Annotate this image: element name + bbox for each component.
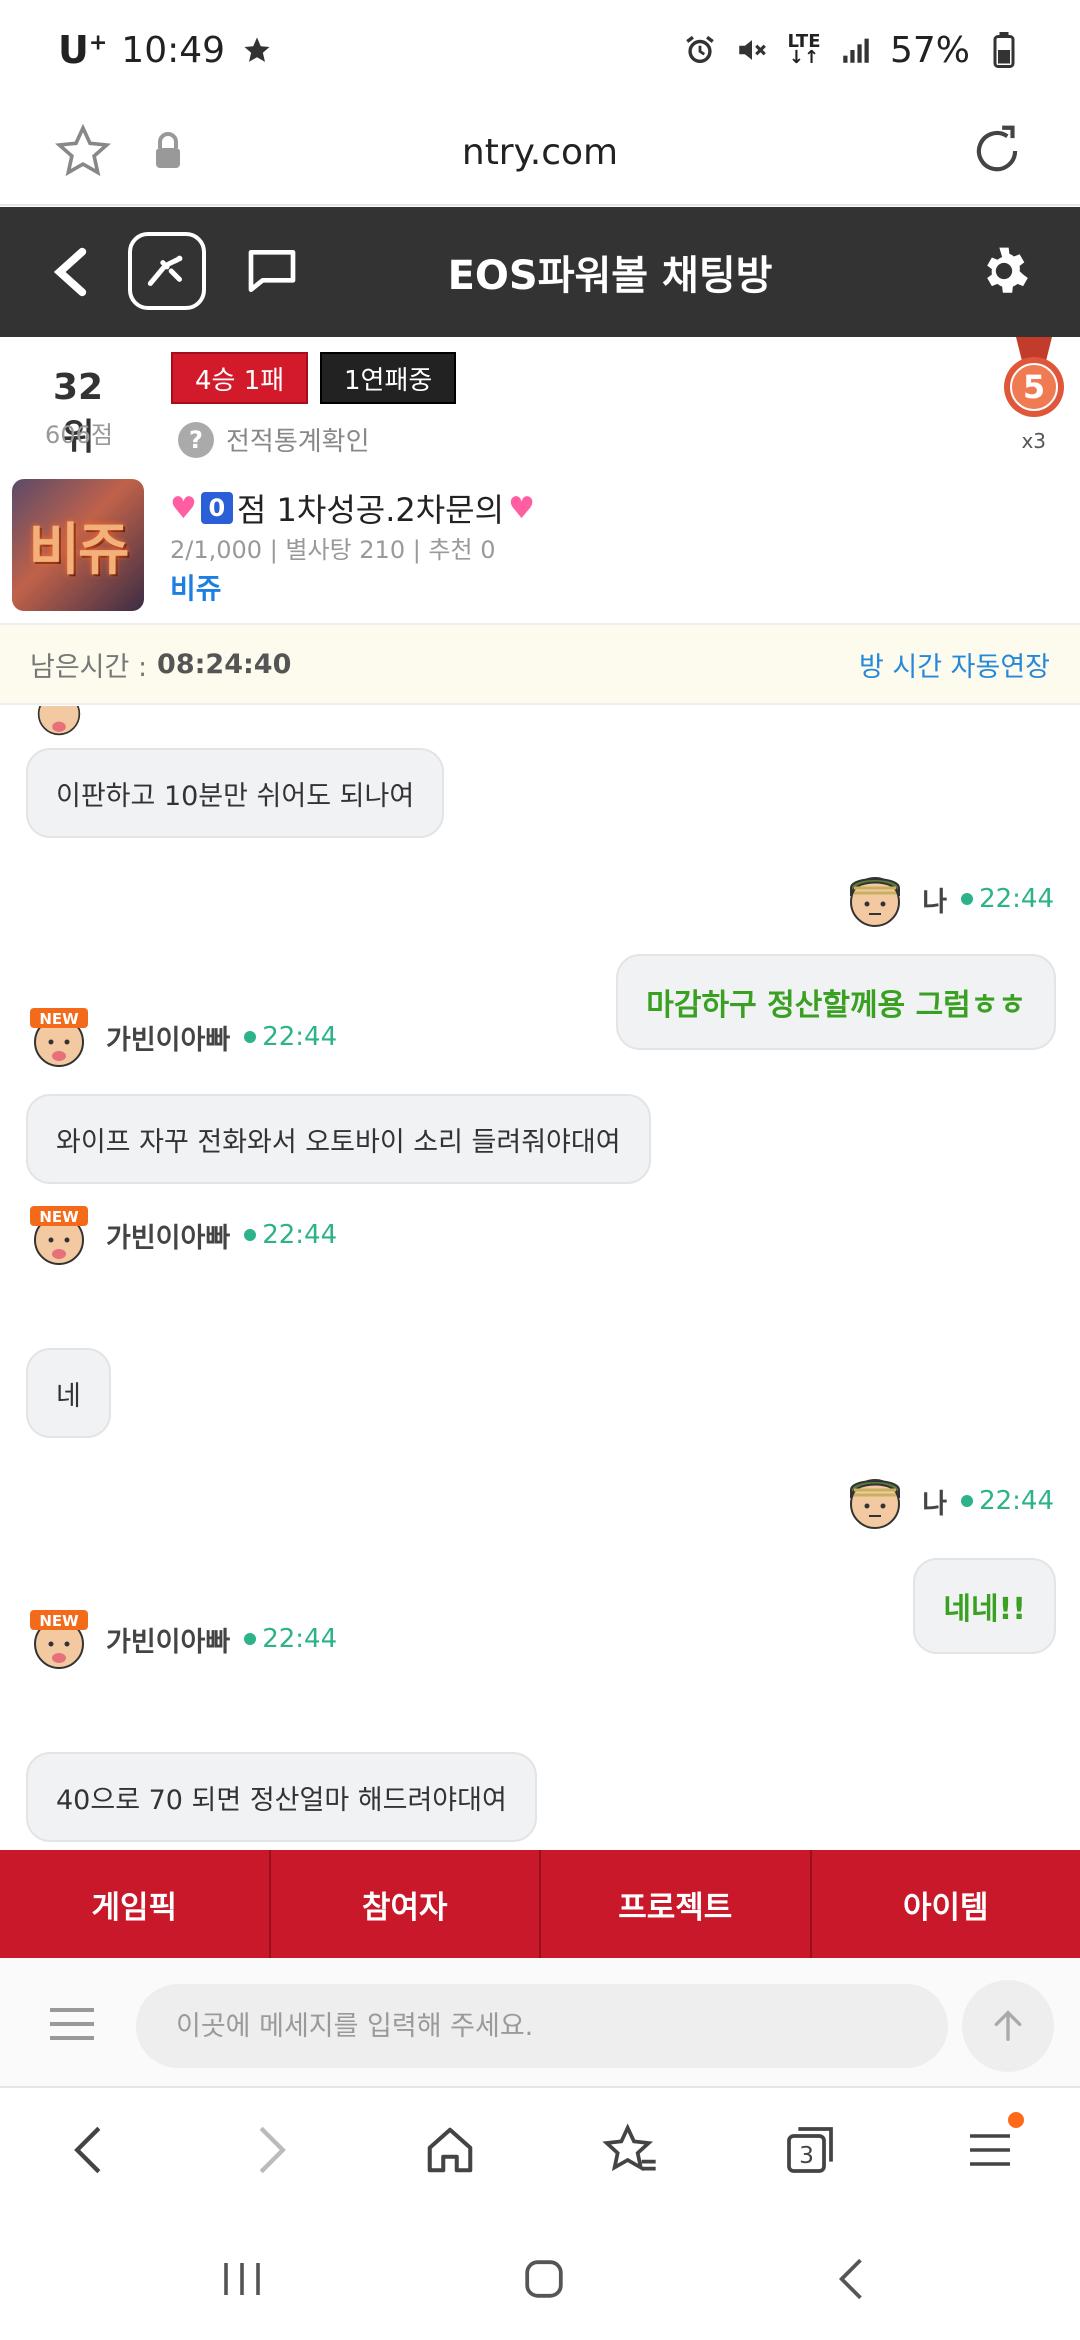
message-header: 나 22:44 (842, 866, 1054, 932)
auto-extend-link[interactable]: 방 시간 자동연장 (859, 645, 1050, 684)
browser-toolbar: 3 (0, 2090, 1080, 2210)
svg-text:NEW: NEW (39, 1208, 79, 1226)
message-time: 22:44 (244, 1624, 337, 1654)
chat-bubble-icon[interactable] (244, 243, 300, 303)
nickname: 가빈이아빠 (106, 1222, 231, 1254)
question-icon: ? (178, 421, 214, 458)
room-avatar: 비쥬 (12, 479, 144, 611)
star-notification-icon (239, 32, 275, 68)
mute-icon (734, 32, 770, 68)
browser-menu-icon[interactable] (958, 2112, 1024, 2182)
system-navigation (0, 2210, 1080, 2340)
svg-text:5: 5 (1023, 368, 1045, 406)
my-message-bubble: 네네!! (913, 1558, 1056, 1654)
battery-percent: 57% (889, 29, 970, 71)
signal-icon (838, 32, 874, 68)
message-time: 22:44 (961, 884, 1054, 914)
browser-url-bar: ntry.com (0, 100, 1080, 206)
carrier-label: U+ (58, 28, 108, 72)
message-bubble: 네 (26, 1348, 111, 1438)
timer-value: 08:24:40 (157, 648, 292, 680)
browser-back-icon[interactable] (56, 2118, 120, 2182)
tab-items[interactable]: 아이템 (812, 1850, 1080, 1958)
room-tabs: 게임픽 참여자 프로젝트 아이템 (0, 1850, 1080, 1958)
tab-game-pick[interactable]: 게임픽 (0, 1850, 271, 1958)
hamburger-menu-icon[interactable] (48, 2006, 96, 2046)
lock-icon (152, 130, 184, 174)
avatar: NEW (30, 1008, 88, 1067)
system-back-icon[interactable] (820, 2254, 880, 2304)
nickname: 나 (922, 886, 948, 918)
room-owner-link[interactable]: 비쥬 (170, 567, 222, 607)
avatar: NEW (30, 1206, 88, 1265)
nickname: 가빈이아빠 (106, 1626, 231, 1658)
room-profile: 32위 606점 4승 1패 1연패중 ? 전적통계확인 5 x3 비쥬 ♥ 0… (0, 337, 1080, 622)
my-message-bubble: 마감하구 정산할께용 그럼ㅎㅎ (616, 954, 1056, 1050)
status-bar: U+ 10:49 LTE ↓↑ 57% (0, 0, 1080, 100)
nickname: 나 (922, 1488, 948, 1520)
avatar-cropped (37, 706, 81, 736)
avatar (850, 877, 901, 927)
message-bubble: 이판하고 10분만 쉬어도 되나여 (26, 748, 445, 838)
streak-badge: 1연패중 (320, 352, 457, 404)
room-meta: 2/1,000 | 별사탕 210 | 추천 0 (170, 536, 496, 564)
message-bubble: 와이프 자꾸 전화와서 오토바이 소리 들려줘야대여 (26, 1094, 651, 1184)
reload-icon[interactable] (966, 120, 1028, 186)
message-time: 22:44 (961, 1486, 1054, 1516)
app-header: EOS파워볼 채팅방 (0, 207, 1080, 337)
recent-apps-icon[interactable] (212, 2254, 272, 2304)
tab-participants[interactable]: 참여자 (271, 1850, 541, 1958)
heart-icon: ♥ (508, 490, 535, 526)
bookmarks-icon[interactable] (598, 2118, 662, 2182)
nickname: 가빈이아빠 (106, 1024, 231, 1056)
message-header: NEW 가빈이아빠 22:44 (26, 1004, 337, 1070)
lte-icon: LTE ↓↑ (787, 31, 821, 68)
svg-text:NEW: NEW (39, 1010, 79, 1028)
message-time: 22:44 (244, 1022, 337, 1052)
alarm-icon (682, 32, 718, 68)
send-button[interactable] (962, 1980, 1054, 2072)
app-logo-icon[interactable] (128, 232, 206, 310)
message-composer (0, 1958, 1080, 2088)
room-title: ♥ 0 점 1차성공.2차문의 ♥ (170, 490, 535, 530)
avatar: NEW (30, 1610, 88, 1669)
battery-icon (986, 32, 1022, 68)
clock: 10:49 (121, 29, 226, 71)
gear-icon[interactable] (976, 243, 1032, 303)
svg-text:NEW: NEW (39, 1612, 79, 1630)
tab-project[interactable]: 프로젝트 (541, 1850, 812, 1958)
heart-icon: ♥ (170, 490, 197, 526)
home-button-icon[interactable] (514, 2254, 574, 2304)
record-badge: 4승 1패 (171, 352, 309, 404)
back-arrow-icon[interactable] (48, 245, 94, 303)
arrow-up-icon (994, 2010, 1022, 2041)
message-time: 22:44 (244, 1220, 337, 1250)
timer-row: 남은시간 : 08:24:40 방 시간 자동연장 (0, 623, 1080, 705)
chat-area[interactable]: 이판하고 10분만 쉬어도 되나여 나 22:44 마감하구 정산할께용 그럼ㅎ… (0, 706, 1080, 1850)
medal-icon: 5 (1004, 337, 1064, 417)
message-bubble: 40으로 70 되면 정산얼마 해드려야대여 (26, 1752, 537, 1842)
bookmark-star-icon[interactable] (54, 122, 112, 184)
message-header: NEW 가빈이아빠 22:44 (26, 1202, 337, 1268)
message-header: NEW 가빈이아빠 22:44 (26, 1606, 337, 1672)
avatar (850, 1479, 901, 1529)
notification-dot (1008, 2112, 1024, 2128)
browser-forward-icon[interactable] (240, 2118, 304, 2182)
tabs-icon[interactable]: 3 (778, 2118, 842, 2182)
svg-text:3: 3 (799, 2141, 814, 2169)
medal-count: x3 (1021, 429, 1046, 453)
points-label: 606점 (45, 421, 113, 449)
home-icon[interactable] (418, 2118, 482, 2182)
message-header: 나 22:44 (842, 1468, 1054, 1534)
timer-label: 남은시간 : (30, 651, 148, 683)
message-input[interactable] (136, 1984, 948, 2068)
stats-link[interactable]: ? 전적통계확인 (178, 421, 370, 458)
